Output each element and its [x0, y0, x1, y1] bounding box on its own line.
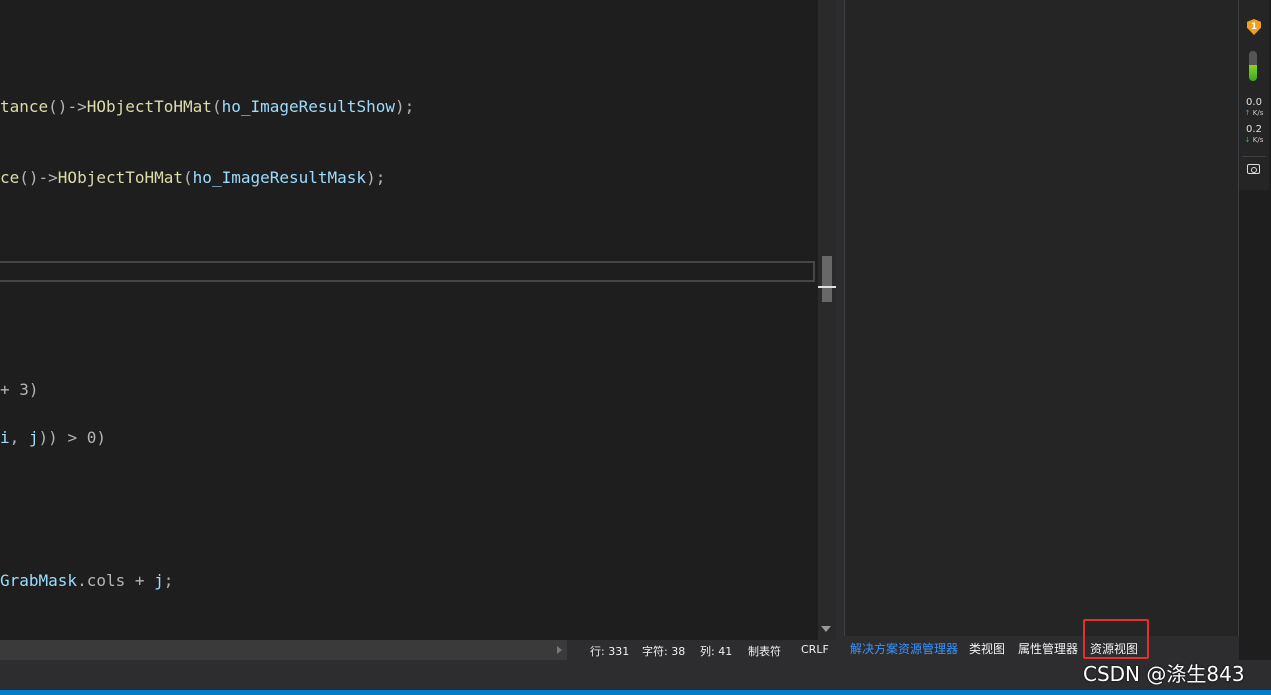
char-indicator[interactable]: 字符: 38	[642, 643, 685, 659]
code-token: (	[211, 97, 222, 116]
caret-position-marker	[818, 286, 836, 288]
code-token: ho_ImageResultShow	[221, 97, 395, 116]
tab-solution-explorer[interactable]: 解决方案资源管理器	[850, 640, 958, 657]
tab-property-manager[interactable]: 属性管理器	[1018, 640, 1078, 657]
code-line: ce()->HObjectToHMat(ho_ImageResultMask);	[0, 168, 385, 188]
code-line: + 3)	[0, 380, 39, 400]
code-token: ce	[0, 168, 20, 187]
bottom-bar	[0, 660, 1271, 690]
tab-class-view[interactable]: 类视图	[969, 640, 1005, 657]
code-token: ho_ImageResultMask	[192, 168, 367, 187]
code-token: GrabMask	[0, 571, 78, 590]
code-token: tance	[0, 97, 49, 116]
horizontal-scrollbar[interactable]	[0, 640, 567, 660]
download-unit: K/s	[1252, 136, 1264, 144]
upload-speed: 0.0 ↑ K/s	[1239, 97, 1269, 119]
divider	[1242, 156, 1266, 157]
shield-icon[interactable]: 1	[1247, 19, 1261, 35]
editor-status-bar: 行: 331 字符: 38 列: 41 制表符 CRLF	[567, 640, 836, 660]
column-indicator[interactable]: 列: 41	[700, 643, 732, 659]
panel-tab-strip: 解决方案资源管理器 类视图 属性管理器 资源视图	[844, 636, 1239, 660]
code-token: );	[366, 168, 386, 187]
code-editor[interactable]: tance()->HObjectToHMat(ho_ImageResultSho…	[0, 0, 818, 640]
network-monitor-widget: 1 0.0 ↑ K/s 0.2 ↓ K/s	[1239, 0, 1269, 190]
solution-explorer-panel[interactable]	[844, 0, 1239, 636]
code-token: HObjectToHMat	[86, 97, 212, 116]
code-token: ,	[9, 428, 29, 447]
code-token: i	[0, 428, 10, 447]
usage-meter	[1249, 51, 1257, 81]
scroll-down-icon[interactable]	[821, 626, 831, 632]
code-token: j	[154, 571, 164, 590]
scrollbar-thumb[interactable]	[822, 256, 832, 302]
usage-meter-fill	[1249, 64, 1257, 81]
current-line-highlight	[0, 261, 815, 282]
code-token: HObjectToHMat	[57, 168, 184, 187]
code-token: ()->	[19, 168, 58, 187]
download-value: 0.2	[1246, 124, 1262, 135]
download-arrow-icon: ↓	[1244, 136, 1251, 144]
watermark: CSDN @涤生843	[1083, 662, 1245, 686]
vertical-scrollbar[interactable]	[818, 0, 836, 640]
code-line: tance()->HObjectToHMat(ho_ImageResultSho…	[0, 97, 414, 117]
camera-icon[interactable]	[1247, 164, 1260, 174]
line-indicator[interactable]: 行: 331	[590, 643, 629, 659]
annotation-highlight-box	[1083, 619, 1149, 659]
code-token: ;	[163, 571, 174, 590]
code-token: .cols +	[77, 571, 155, 590]
code-token: + 3)	[0, 380, 39, 399]
upload-unit: K/s	[1252, 109, 1264, 117]
panel-splitter[interactable]	[836, 0, 844, 660]
code-line: i, j)) > 0)	[0, 428, 106, 448]
tabs-indicator[interactable]: 制表符	[748, 643, 781, 659]
code-line: GrabMask.cols + j;	[0, 571, 173, 591]
ide-status-strip	[0, 690, 1271, 695]
download-speed: 0.2 ↓ K/s	[1239, 124, 1269, 146]
scroll-right-icon[interactable]	[557, 646, 562, 654]
upload-arrow-icon: ↑	[1244, 109, 1251, 117]
code-token: j	[28, 428, 39, 447]
code-token: )) > 0)	[38, 428, 106, 447]
code-token: );	[394, 97, 415, 116]
line-ending-indicator[interactable]: CRLF	[801, 643, 829, 656]
code-token: (	[183, 168, 193, 187]
code-token: ()->	[48, 97, 87, 116]
upload-value: 0.0	[1246, 97, 1262, 108]
